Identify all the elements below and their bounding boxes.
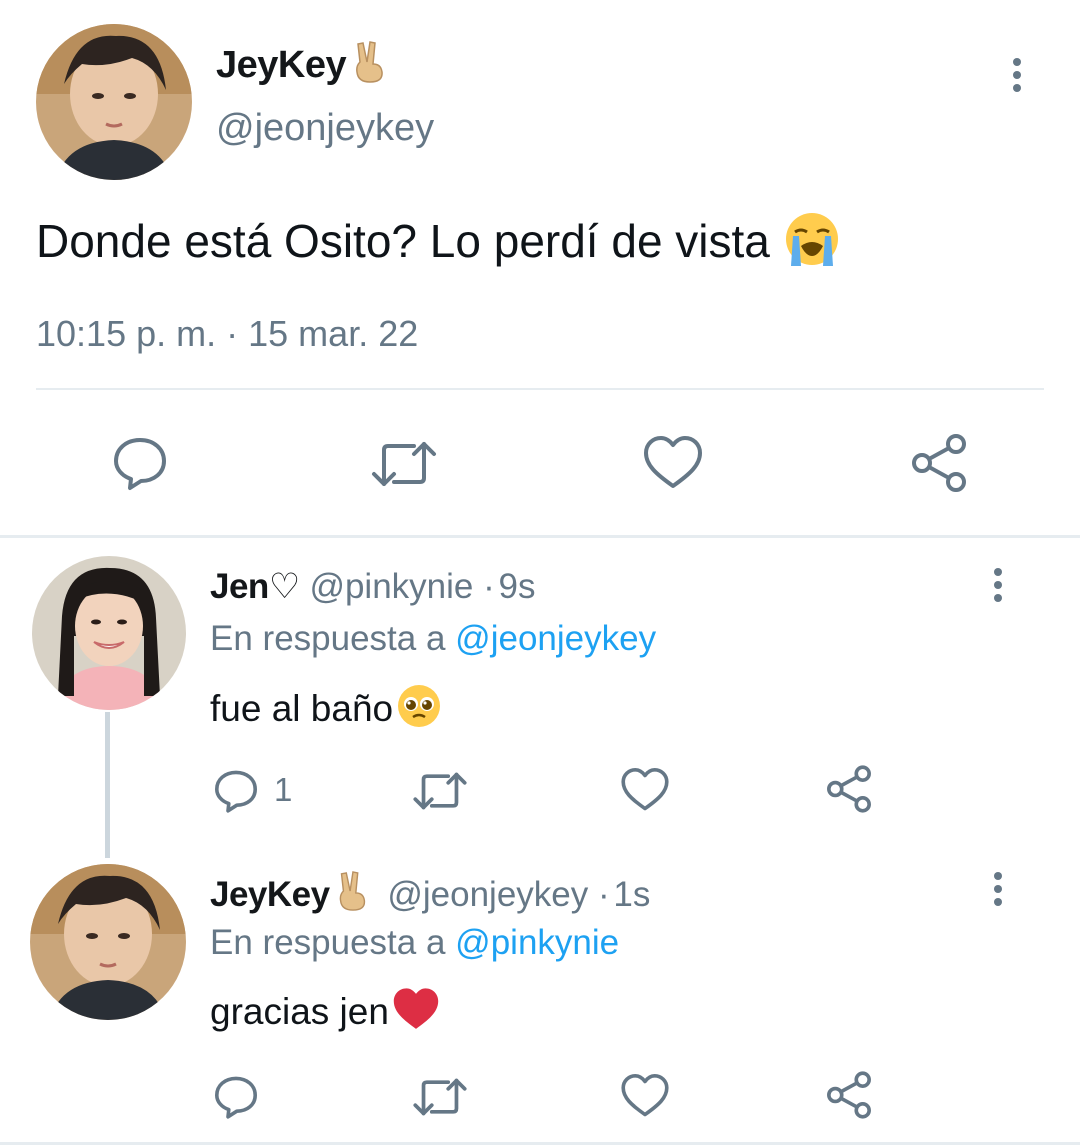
retweet-icon <box>372 442 436 486</box>
victory-hand-emoji <box>332 870 372 923</box>
reply-2-share-button[interactable] <box>824 1070 874 1120</box>
reply-1-text-content: fue al baño <box>210 687 394 729</box>
victory-hand-emoji <box>348 40 390 94</box>
reply-2-more-icon[interactable] <box>988 872 1008 906</box>
reply-2-like-button[interactable] <box>620 1072 670 1120</box>
reply-2-text-content: gracias jen <box>210 990 389 1032</box>
main-retweet-button[interactable] <box>370 434 438 494</box>
reply-1-mention-link[interactable]: @jeonjeykey <box>455 619 656 658</box>
main-tweet-handle[interactable]: @jeonjeykey <box>216 106 434 150</box>
reply-2-context: En respuesta a @pinkynie <box>210 922 619 964</box>
reply-1-reply-prefix: En respuesta a <box>210 619 446 658</box>
reply-2-text: gracias jen <box>210 986 441 1042</box>
share-icon <box>912 434 966 492</box>
main-share-button[interactable] <box>908 432 970 494</box>
main-like-button[interactable] <box>642 434 704 492</box>
retweet-icon <box>413 772 467 810</box>
main-tweet-bottom-divider <box>0 535 1080 538</box>
share-icon <box>827 765 871 813</box>
main-tweet-separator: · <box>226 313 239 354</box>
reply-1-avatar[interactable] <box>32 556 186 710</box>
reply-icon <box>215 770 257 813</box>
thread-connector-line <box>105 712 110 858</box>
reply-2-time: 1s <box>613 874 651 914</box>
reply-2-avatar[interactable] <box>30 864 186 1020</box>
main-tweet-author[interactable]: JeyKey <box>216 40 390 94</box>
reply-1-share-button[interactable] <box>824 764 874 814</box>
reply-2-header[interactable]: JeyKey @jeonjeykey · 1s <box>210 870 650 923</box>
reply-2-separator: · <box>598 874 610 914</box>
main-tweet-time: 10:15 p. m. <box>36 313 217 354</box>
main-tweet-divider <box>36 388 1044 390</box>
reply-1-separator: · <box>483 567 495 606</box>
reply-1-retweet-button[interactable] <box>412 766 468 816</box>
reply-2-handle: @jeonjeykey <box>387 874 589 914</box>
reply-icon <box>114 438 166 490</box>
main-tweet-timestamp[interactable]: 10:15 p. m. · 15 mar. 22 <box>36 312 418 356</box>
reply-2-reply-button[interactable] <box>212 1072 260 1120</box>
reply-1-heart-suffix: ♡ <box>268 567 300 606</box>
reply-1-handle: @pinkynie <box>309 567 474 606</box>
reply-1-reply-button[interactable]: 1 <box>212 766 292 814</box>
reply-2-mention-link[interactable]: @pinkynie <box>455 923 619 962</box>
reply-2-retweet-button[interactable] <box>412 1072 468 1122</box>
main-tweet-text: Donde está Osito? Lo perdí de vista <box>36 210 841 280</box>
loudly-crying-face-emoji <box>783 210 841 280</box>
main-reply-button[interactable] <box>110 432 170 492</box>
red-heart-emoji <box>391 986 441 1042</box>
main-tweet-avatar[interactable] <box>36 24 192 180</box>
reply-1-reply-count: 1 <box>274 771 293 808</box>
reply-1-text: fue al baño <box>210 682 443 740</box>
reply-2-reply-prefix: En respuesta a <box>210 923 446 962</box>
reply-2-bottom-divider <box>0 1142 1080 1145</box>
reply-1-display-name: Jen♡ <box>210 567 300 606</box>
like-icon <box>621 768 669 811</box>
reply-1-context: En respuesta a @jeonjeykey <box>210 618 656 660</box>
like-icon <box>621 1074 669 1117</box>
retweet-icon <box>413 1078 467 1116</box>
reply-1-time: 9s <box>498 567 536 606</box>
main-tweet-display-name: JeyKey <box>216 44 347 87</box>
reply-1-more-icon[interactable] <box>988 568 1008 602</box>
main-tweet-date: 15 mar. 22 <box>248 313 419 354</box>
reply-1-header[interactable]: Jen♡ @pinkynie · 9s <box>210 566 535 608</box>
main-tweet-more-icon[interactable] <box>1007 58 1027 92</box>
reply-2-display-name: JeyKey <box>210 874 330 914</box>
reply-1-like-button[interactable] <box>620 766 670 814</box>
like-icon <box>644 436 702 488</box>
pleading-face-emoji <box>395 682 443 740</box>
main-tweet-text-content: Donde está Osito? Lo perdí de vista <box>36 215 770 268</box>
reply-icon <box>215 1076 257 1119</box>
share-icon <box>827 1071 871 1119</box>
